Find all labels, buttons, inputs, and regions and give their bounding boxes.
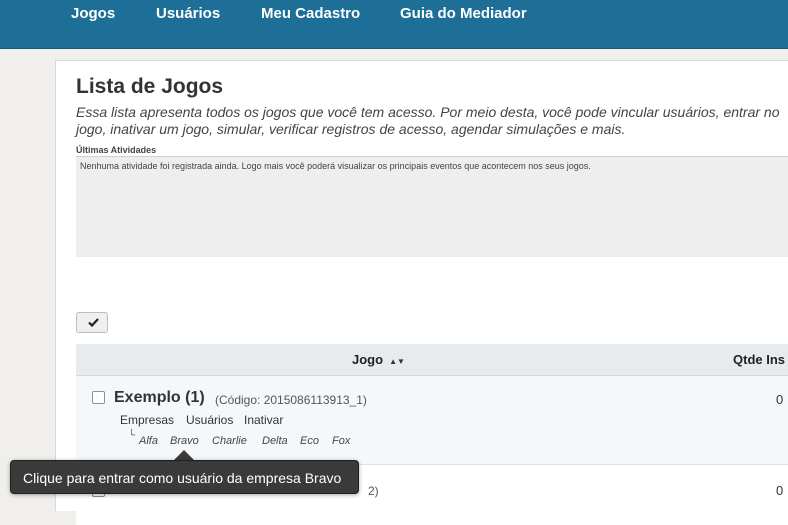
nav-item-meu-cadastro[interactable]: Meu Cadastro	[261, 4, 360, 24]
check-icon	[88, 318, 99, 327]
company-link-alfa[interactable]: Alfa	[139, 435, 158, 447]
usuarios-link[interactable]: Usuários	[186, 413, 233, 427]
game-name[interactable]: Exemplo (1)	[114, 389, 205, 407]
recent-activities-box: Nenhuma atividade foi registrada ainda. …	[76, 157, 788, 257]
qtde-value: 0	[776, 483, 784, 498]
company-link-fox[interactable]: Fox	[332, 435, 350, 447]
recent-activities-text: Nenhuma atividade foi registrada ainda. …	[80, 161, 591, 171]
inativar-link[interactable]: Inativar	[244, 413, 283, 427]
content-panel: Lista de Jogos Essa lista apresenta todo…	[55, 60, 788, 525]
qtde-value: 0	[776, 392, 784, 407]
company-link-eco[interactable]: Eco	[300, 435, 319, 447]
nav-item-jogos[interactable]: Jogos	[71, 4, 115, 24]
tooltip: Clique para entrar como usuário da empre…	[10, 460, 359, 494]
column-header-qtde: Qtde Ins	[733, 352, 786, 367]
company-link-bravo[interactable]: Bravo	[170, 435, 199, 447]
empresas-link[interactable]: Empresas	[120, 413, 174, 427]
company-link-delta[interactable]: Delta	[262, 435, 288, 447]
nav-item-usuarios[interactable]: Usuários	[156, 4, 220, 24]
recent-activities-label: Últimas Atividades	[76, 145, 157, 155]
games-table-header: Jogo ▲▼ Qtde Ins	[76, 344, 788, 376]
game-code: 2)	[368, 484, 379, 498]
game-code: (Código: 2015086113913_1)	[215, 393, 367, 407]
company-link-charlie[interactable]: Charlie	[212, 435, 247, 447]
bulk-select-button[interactable]	[76, 312, 108, 333]
page-description: Essa lista apresenta todos os jogos que …	[76, 104, 780, 137]
column-header-jogo[interactable]: Jogo ▲▼	[352, 352, 405, 367]
page-title: Lista de Jogos	[76, 75, 224, 98]
row-checkbox[interactable]	[92, 391, 105, 404]
column-header-jogo-label: Jogo	[352, 352, 384, 367]
sort-icon: ▲▼	[389, 357, 405, 366]
top-navigation-bar: Jogos Usuários Meu Cadastro Guia do Medi…	[0, 0, 788, 49]
tooltip-text: Clique para entrar como usuário da empre…	[23, 470, 342, 486]
tree-branch-icon: └	[128, 430, 136, 441]
nav-item-guia-do-mediador[interactable]: Guia do Mediador	[400, 4, 527, 24]
tooltip-arrow	[174, 450, 194, 460]
